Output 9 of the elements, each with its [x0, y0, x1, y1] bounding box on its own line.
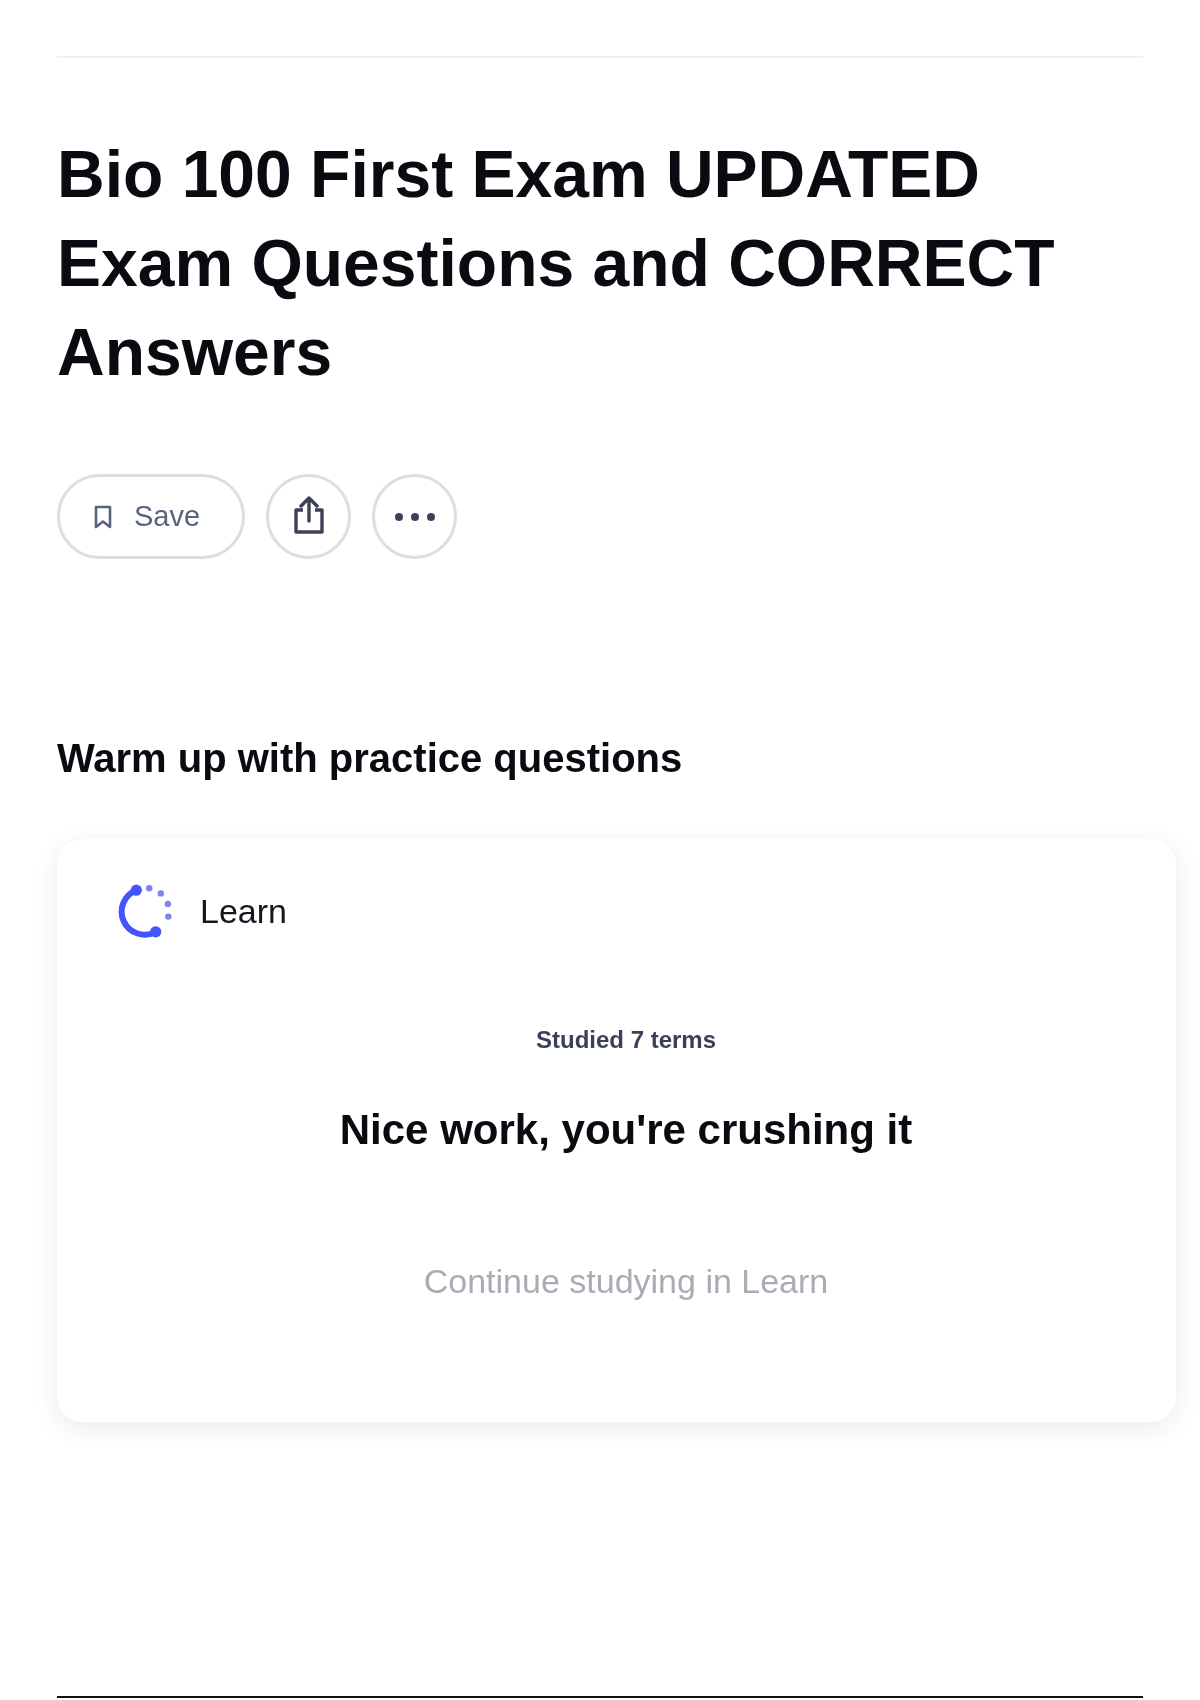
share-icon: [291, 494, 326, 535]
more-icon: [394, 512, 435, 521]
progress-text: Studied 7 terms: [535, 1025, 716, 1055]
message-text: Nice work, you're crushing it: [339, 1105, 913, 1155]
save-button[interactable]: Save: [57, 474, 245, 559]
bookmark-icon: [93, 504, 112, 529]
page-title: Bio 100 First Exam UPDATED Exam Questions and CORRECT Answers: [57, 136, 1056, 391]
section-heading: Warm up with practice questions: [57, 735, 684, 782]
mode-title: Learn: [200, 891, 287, 931]
